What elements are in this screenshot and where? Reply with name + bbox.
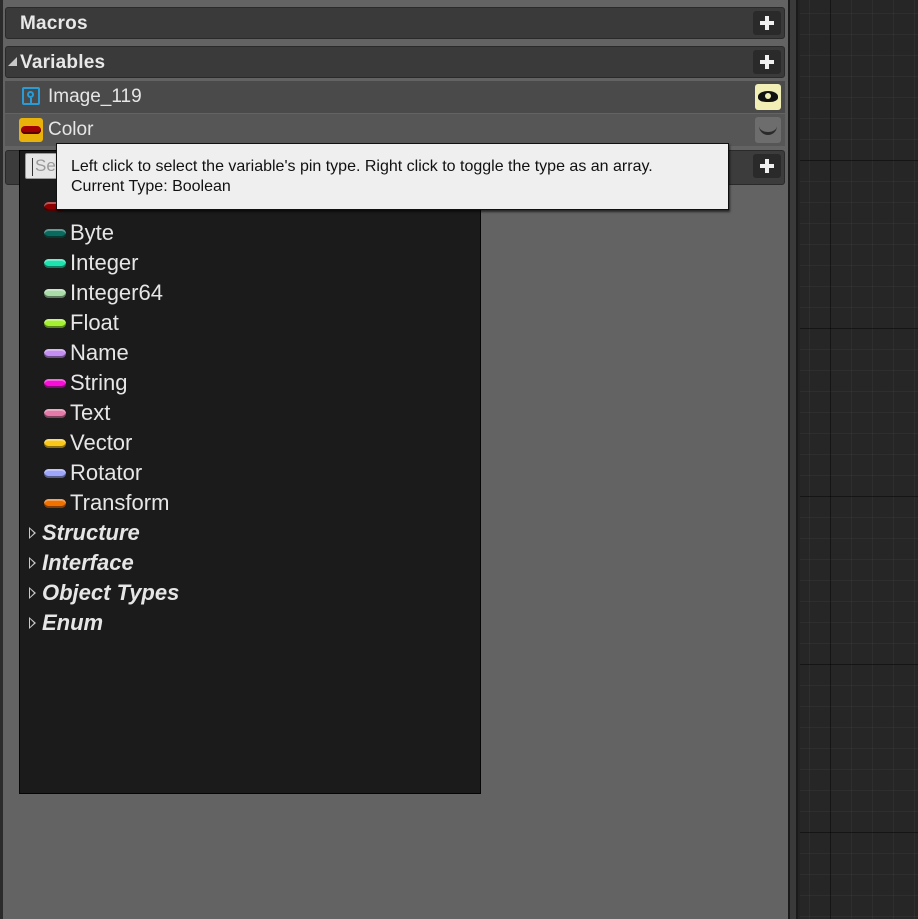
type-item-transform[interactable]: Transform xyxy=(44,490,444,518)
category-label: Enum xyxy=(42,610,104,635)
type-item-text[interactable]: Text xyxy=(44,400,444,428)
pin-color-icon xyxy=(44,469,66,478)
type-label: Name xyxy=(70,340,129,365)
type-label: Integer64 xyxy=(70,280,163,305)
pin-color-icon xyxy=(44,349,66,358)
variables-title: Variables xyxy=(20,52,106,73)
panel-left-border xyxy=(0,0,3,919)
search-placeholder: Se xyxy=(35,156,56,175)
collapse-arrow-icon[interactable] xyxy=(8,57,17,66)
type-item-integer[interactable]: Integer xyxy=(44,250,444,278)
type-item-string[interactable]: String xyxy=(44,370,444,398)
variable-row[interactable]: Image_119 xyxy=(5,81,785,113)
type-item-name[interactable]: Name xyxy=(44,340,444,368)
pin-color-icon xyxy=(44,289,66,298)
variable-name: Image_119 xyxy=(48,86,142,107)
type-item-byte[interactable]: Byte xyxy=(44,220,444,248)
expand-arrow-icon[interactable] xyxy=(29,617,36,629)
tooltip-line-1: Left click to select the variable's pin … xyxy=(71,158,653,175)
type-item-integer64[interactable]: Integer64 xyxy=(44,280,444,308)
category-object-types[interactable]: Object Types xyxy=(28,580,428,608)
image-variable-icon[interactable] xyxy=(22,87,40,105)
expand-arrow-icon[interactable] xyxy=(29,527,36,539)
pin-color-icon xyxy=(44,379,66,388)
hidden-eye-icon[interactable] xyxy=(755,117,781,143)
variables-section-header[interactable]: Variables xyxy=(5,46,785,78)
pin-type-tooltip: Left click to select the variable's pin … xyxy=(56,143,729,210)
expand-arrow-icon[interactable] xyxy=(29,587,36,599)
variable-name: Color xyxy=(48,119,94,140)
category-enum[interactable]: Enum xyxy=(28,610,428,638)
add-item-button[interactable] xyxy=(753,154,781,178)
expand-arrow-icon[interactable] xyxy=(29,557,36,569)
add-macro-button[interactable] xyxy=(753,11,781,35)
type-label: Byte xyxy=(70,220,115,245)
category-interface[interactable]: Interface xyxy=(28,550,428,578)
tooltip-line-2: Current Type: Boolean xyxy=(71,178,231,195)
type-label: Transform xyxy=(70,490,170,515)
add-variable-button[interactable] xyxy=(753,50,781,74)
macros-title: Macros xyxy=(20,13,88,34)
pin-color-icon xyxy=(44,319,66,328)
type-label: Integer xyxy=(70,250,139,275)
type-item-float[interactable]: Float xyxy=(44,310,444,338)
visible-eye-icon[interactable] xyxy=(755,84,781,110)
pin-color-icon xyxy=(44,499,66,508)
type-label: Text xyxy=(70,400,111,425)
type-label: Float xyxy=(70,310,119,335)
category-label: Object Types xyxy=(42,580,180,605)
type-item-rotator[interactable]: Rotator xyxy=(44,460,444,488)
color-pin-icon[interactable] xyxy=(19,118,43,142)
panel-splitter[interactable] xyxy=(788,0,798,919)
pin-color-icon xyxy=(44,229,66,238)
pin-color-icon xyxy=(44,439,66,448)
category-label: Structure xyxy=(42,520,140,545)
category-structure[interactable]: Structure xyxy=(28,520,428,548)
type-label: Vector xyxy=(70,430,133,455)
variable-row-selected[interactable]: Color xyxy=(5,114,785,146)
type-item-vector[interactable]: Vector xyxy=(44,430,444,458)
category-label: Interface xyxy=(42,550,134,575)
pin-color-icon xyxy=(44,409,66,418)
blueprint-my-blueprint-panel: Macros Variables Image_119 Color Se Byte… xyxy=(0,0,918,919)
pin-type-picker[interactable]: Se Byte Integer Integer64 Float Name String Te… xyxy=(19,150,481,794)
macros-section-header[interactable]: Macros xyxy=(5,7,785,39)
graph-grid[interactable] xyxy=(800,0,918,919)
text-caret xyxy=(32,158,33,176)
type-label: String xyxy=(70,370,128,395)
type-label: Rotator xyxy=(70,460,143,485)
pin-color-icon xyxy=(44,259,66,268)
